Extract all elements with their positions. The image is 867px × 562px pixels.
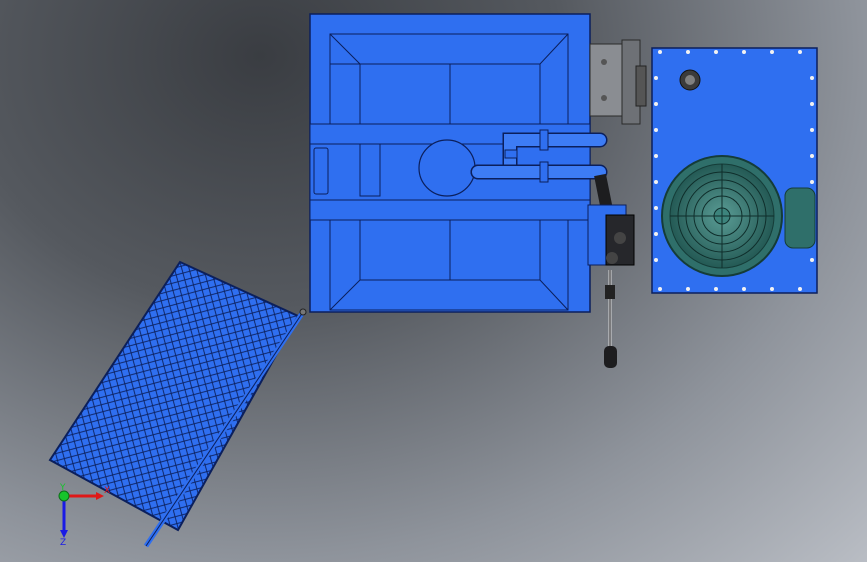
z-axis-label: Z: [60, 538, 66, 548]
x-axis-label: X: [104, 486, 110, 496]
pump-and-hose[interactable]: [587, 173, 635, 368]
gearbox[interactable]: [589, 39, 647, 125]
model-scene[interactable]: Y X Z: [0, 0, 867, 562]
motor-panel[interactable]: [651, 47, 818, 294]
cad-viewport[interactable]: Y X Z: [0, 0, 867, 562]
y-axis-label: Y: [59, 483, 66, 493]
mesh-lid[interactable]: [48, 260, 307, 548]
coordinate-triad: Y X Z: [58, 483, 110, 548]
